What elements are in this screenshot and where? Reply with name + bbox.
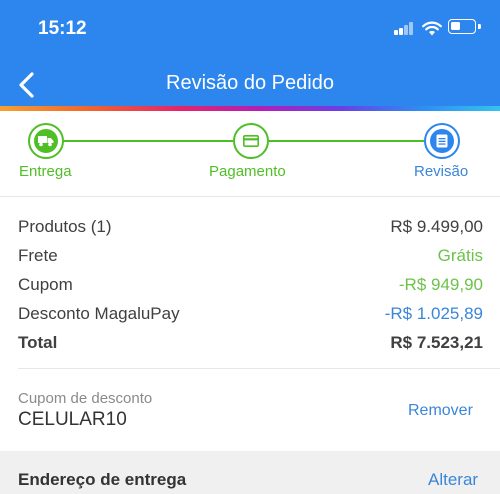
alter-address-button[interactable]: Alterar: [428, 470, 478, 490]
summary-value: R$ 9.499,00: [390, 217, 483, 236]
step-revisao[interactable]: [424, 123, 460, 159]
status-time: 15:12: [38, 18, 87, 39]
summary-label: Desconto MagaluPay: [18, 304, 180, 323]
step-pagamento[interactable]: [233, 123, 269, 159]
coupon-label: Cupom de desconto: [18, 390, 153, 407]
divider: [0, 196, 500, 197]
summary-value: -R$ 949,90: [398, 275, 483, 294]
wifi-icon: [422, 21, 442, 36]
summary-label: Total: [18, 333, 58, 352]
truck-icon: [38, 136, 54, 147]
summary-row-cupom: Cupom -R$ 949,90: [18, 275, 483, 295]
summary-value: Grátis: [437, 246, 483, 265]
step-label-revisao: Revisão: [414, 163, 469, 180]
summary-row-frete: Frete Grátis: [18, 246, 483, 266]
step-connector: [63, 140, 233, 142]
battery-icon: [448, 19, 476, 34]
summary-label: Frete: [18, 246, 58, 265]
page-title: Revisão do Pedido: [166, 72, 334, 94]
summary-value: -R$ 1.025,89: [384, 304, 483, 323]
summary-row-desconto-magalupay: Desconto MagaluPay -R$ 1.025,89: [18, 304, 483, 324]
step-label-entrega: Entrega: [19, 163, 72, 180]
summary-value: R$ 7.523,21: [390, 333, 483, 352]
summary-label: Produtos (1): [18, 217, 112, 236]
summary-row-produtos: Produtos (1) R$ 9.499,00: [18, 217, 483, 237]
document-icon: [436, 134, 448, 148]
coupon-code: CELULAR10: [18, 409, 127, 430]
step-label-pagamento: Pagamento: [209, 163, 286, 180]
battery-tip: [478, 24, 481, 29]
step-connector: [269, 140, 424, 142]
summary-label: Cupom: [18, 275, 73, 294]
step-entrega[interactable]: [28, 123, 64, 159]
remove-coupon-button[interactable]: Remover: [408, 402, 473, 420]
credit-card-icon: [243, 135, 259, 147]
summary-row-total: Total R$ 7.523,21: [18, 333, 483, 353]
cellular-signal-icon: [394, 22, 414, 35]
divider: [18, 368, 500, 369]
address-title: Endereço de entrega: [18, 470, 187, 489]
